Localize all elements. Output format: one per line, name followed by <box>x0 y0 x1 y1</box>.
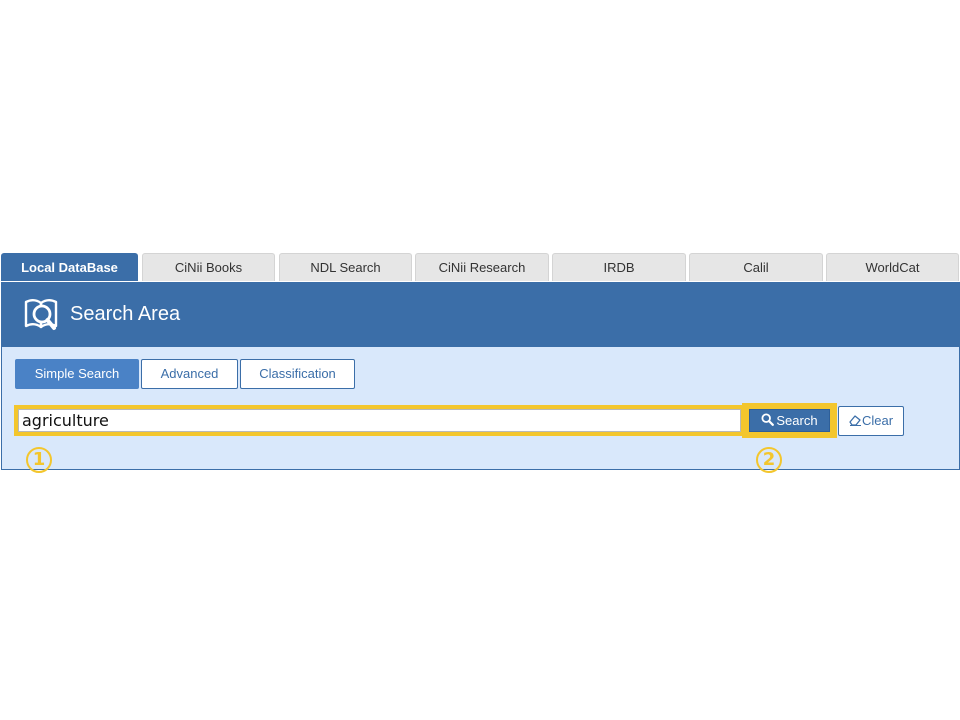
tab-advanced[interactable]: Advanced <box>141 359 238 389</box>
annotation-marker-2: 2 <box>756 447 782 473</box>
tab-classification[interactable]: Classification <box>240 359 355 389</box>
tab-worldcat[interactable]: WorldCat <box>826 253 959 281</box>
search-icon <box>761 411 775 432</box>
page-title: Search Area <box>70 303 181 325</box>
clear-button[interactable]: Clear <box>838 406 904 436</box>
search-input[interactable] <box>18 409 741 432</box>
search-panel: Simple Search Advanced Classification Se… <box>1 347 960 470</box>
search-field-highlight <box>14 405 745 436</box>
clear-button-label: Clear <box>861 413 894 428</box>
tab-calil[interactable]: Calil <box>689 253 823 281</box>
tab-ndl-search[interactable]: NDL Search <box>279 253 412 281</box>
search-button-label: Search <box>776 413 818 428</box>
database-tabs: Local DataBase CiNii Books NDL Search Ci… <box>0 252 960 282</box>
tab-local-database[interactable]: Local DataBase <box>1 253 138 281</box>
book-search-icon <box>23 295 61 333</box>
search-button-highlight: Search <box>742 403 837 438</box>
tab-simple-search[interactable]: Simple Search <box>15 359 139 389</box>
tab-cinii-research[interactable]: CiNii Research <box>415 253 549 281</box>
tab-cinii-books[interactable]: CiNii Books <box>142 253 275 281</box>
search-area-header: Search Area <box>1 282 960 347</box>
search-widget: Local DataBase CiNii Books NDL Search Ci… <box>0 252 960 470</box>
annotation-marker-1: 1 <box>26 447 52 473</box>
eraser-icon <box>849 408 862 436</box>
search-button[interactable]: Search <box>749 409 830 432</box>
tab-irdb[interactable]: IRDB <box>552 253 686 281</box>
